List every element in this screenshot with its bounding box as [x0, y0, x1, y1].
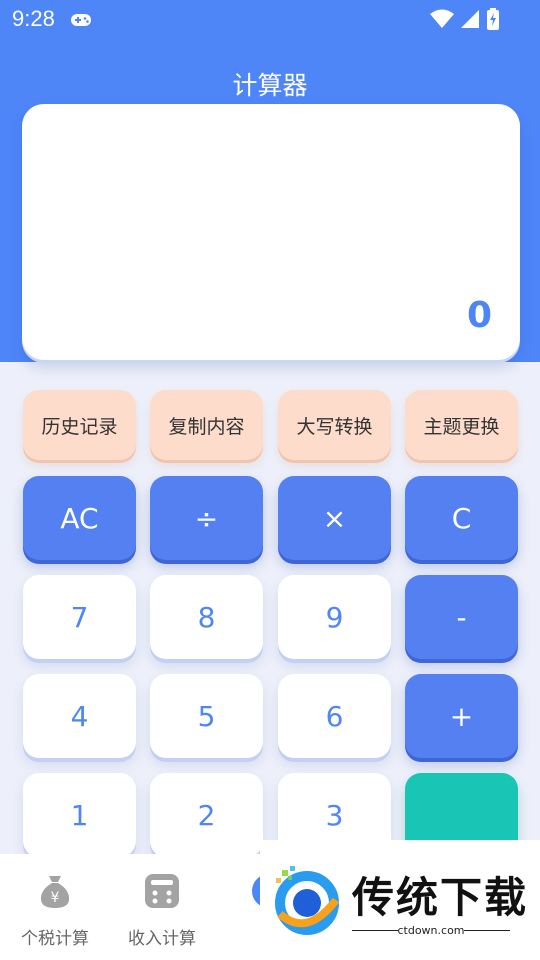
- svg-text:¥: ¥: [51, 890, 60, 906]
- key-1[interactable]: 1: [23, 773, 136, 857]
- tab-income[interactable]: 收入计算: [107, 854, 217, 960]
- copy-button[interactable]: 复制内容: [150, 390, 263, 460]
- tab-label: 个税计算: [21, 929, 89, 949]
- calculator-icon: [143, 872, 181, 910]
- key-7[interactable]: 7: [23, 575, 136, 659]
- key-9[interactable]: 9: [278, 575, 391, 659]
- key-clear[interactable]: C: [405, 476, 518, 560]
- watermark-logo-icon: [270, 864, 344, 942]
- watermark: 传统下载 ctdown.com: [260, 840, 540, 960]
- status-bar: 9:28: [0, 0, 540, 38]
- status-time: 9:28: [12, 6, 55, 31]
- battery-icon: [486, 8, 500, 34]
- key-6[interactable]: 6: [278, 674, 391, 758]
- theme-button[interactable]: 主题更换: [405, 390, 518, 460]
- watermark-text: 传统下载: [352, 873, 529, 922]
- key-minus[interactable]: -: [405, 575, 518, 659]
- key-4[interactable]: 4: [23, 674, 136, 758]
- key-multiply[interactable]: ×: [278, 476, 391, 560]
- key-plus[interactable]: +: [405, 674, 518, 758]
- history-button[interactable]: 历史记录: [23, 390, 136, 460]
- signal-icon: [460, 9, 480, 33]
- money-bag-icon: ¥: [36, 872, 74, 910]
- uppercase-convert-button[interactable]: 大写转换: [278, 390, 391, 460]
- key-all-clear[interactable]: AC: [23, 476, 136, 560]
- key-divide[interactable]: ÷: [150, 476, 263, 560]
- gamepad-icon: [70, 12, 92, 31]
- tab-label: 收入计算: [128, 929, 196, 949]
- page-title: 计算器: [232, 71, 308, 100]
- tab-tax[interactable]: ¥ 个税计算: [0, 854, 110, 960]
- wifi-icon: [430, 9, 454, 33]
- key-8[interactable]: 8: [150, 575, 263, 659]
- key-2[interactable]: 2: [150, 773, 263, 857]
- watermark-divider-right: [464, 930, 510, 931]
- key-5[interactable]: 5: [150, 674, 263, 758]
- result-display: 0: [22, 104, 520, 360]
- display-value: 0: [466, 295, 492, 336]
